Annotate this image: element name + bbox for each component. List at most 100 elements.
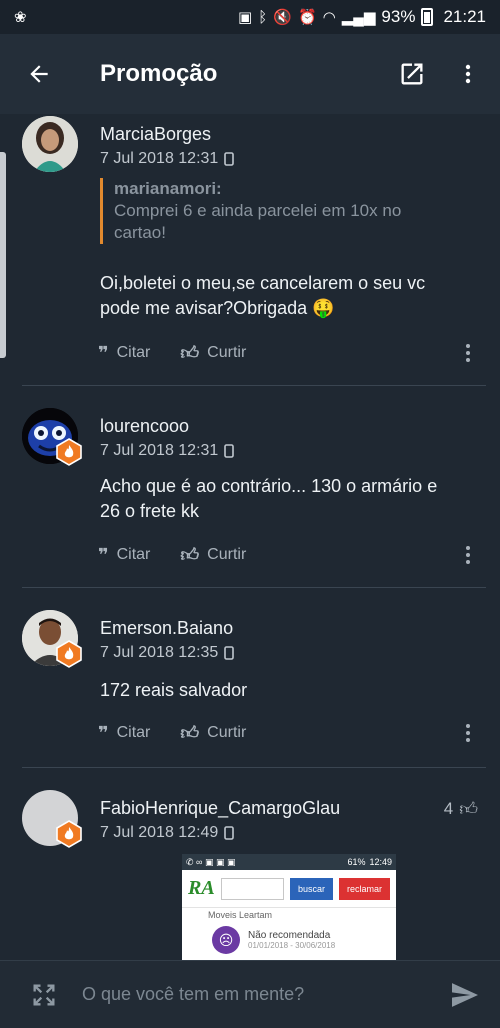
comment-username[interactable]: lourencooo	[100, 416, 189, 437]
bluetooth-icon: ᛒ	[258, 8, 268, 26]
battery-icon	[421, 8, 434, 26]
comment-username[interactable]: Emerson.Baiano	[100, 618, 233, 639]
more-vert-icon	[465, 64, 471, 84]
thumbs-up-icon: 👍︎	[180, 545, 200, 565]
comment-text: Acho que é ao contrário... 130 o armário…	[100, 476, 438, 521]
screenshot-icon: ▣	[238, 9, 253, 26]
user-level-badge	[56, 820, 82, 848]
angry-face-icon: ☹	[212, 926, 240, 954]
more-vert-icon	[466, 546, 470, 564]
comment-username[interactable]: MarciaBorges	[100, 124, 211, 145]
mobile-phone-icon	[224, 444, 235, 458]
alarm-icon: ⏰	[297, 9, 317, 26]
attachment-rating-row: ☹ Não recomendada 01/01/2018 - 30/06/201…	[182, 922, 396, 958]
comment-meta: 7 Jul 2018 12:31	[100, 442, 235, 460]
arrow-left-icon	[30, 65, 48, 83]
expand-composer-button[interactable]	[0, 981, 88, 1009]
attachment-search-input	[220, 877, 284, 900]
attachment-logo: RA	[188, 877, 215, 899]
attachment-battery: 61%	[347, 857, 366, 867]
comment-list[interactable]: MarciaBorges 7 Jul 2018 12:31 marianamor…	[0, 114, 500, 960]
person-avatar-icon	[22, 116, 78, 172]
cite-button[interactable]: ❞ Citar	[98, 545, 150, 566]
battery-percent: 93%	[381, 7, 416, 26]
thumbs-up-icon: 👍︎	[180, 343, 200, 363]
comment-username[interactable]: FabioHenrique_CamargoGlau	[100, 798, 340, 819]
like-count[interactable]: 4 👍︎	[444, 798, 478, 820]
comment-meta: 7 Jul 2018 12:35	[100, 644, 235, 662]
like-count-value: 4	[443, 799, 454, 818]
avatar[interactable]	[22, 116, 78, 172]
thumbs-up-icon: 👍︎	[459, 799, 478, 819]
send-icon	[452, 982, 478, 1007]
attachment-status-icons: ✆ ∞ ▣ ▣ ▣	[186, 856, 236, 867]
comment-timestamp: 7 Jul 2018 12:49	[100, 824, 219, 841]
attachment-search-button: buscar	[289, 877, 333, 900]
attachment-complain-button: reclamar	[338, 877, 390, 900]
attachment-status-bar: ✆ ∞ ▣ ▣ ▣ 61% 12:49	[182, 854, 396, 870]
quoted-text: Comprei 6 e ainda parcelei em 10x no car…	[114, 201, 402, 242]
page-title: Promoção	[100, 60, 218, 87]
cite-button[interactable]: ❞ Citar	[98, 723, 150, 744]
like-label: Curtir	[207, 344, 247, 361]
comment-timestamp: 7 Jul 2018 12:31	[100, 150, 219, 167]
overflow-menu-button[interactable]	[440, 46, 496, 102]
clock: 21:21	[443, 7, 486, 26]
cite-label: Citar	[116, 724, 151, 741]
signal-icon: ▂▄▆	[341, 9, 376, 26]
quote-icon: ❞	[98, 342, 109, 363]
app-bar: Promoção	[0, 34, 500, 114]
quote-icon: ❞	[98, 544, 109, 565]
open-external-icon	[401, 63, 423, 85]
quoted-username: marianamori:	[114, 179, 222, 198]
like-button[interactable]: 👍︎ Curtir	[180, 722, 246, 744]
comment-more-button[interactable]	[456, 545, 480, 565]
comment-meta: 7 Jul 2018 12:31	[100, 150, 235, 168]
like-button[interactable]: 👍︎ Curtir	[180, 544, 246, 566]
notification-icon: ❀	[14, 9, 27, 26]
comment-timestamp: 7 Jul 2018 12:31	[100, 442, 219, 459]
user-level-badge	[56, 438, 82, 466]
cite-label: Citar	[116, 546, 151, 563]
comment-item: lourencooo 7 Jul 2018 12:31 Acho que é a…	[0, 386, 500, 588]
cite-button[interactable]: ❞ Citar	[98, 343, 150, 364]
attachment-header: RA buscar reclamar	[182, 870, 396, 908]
thumbs-up-icon: 👍︎	[180, 723, 200, 743]
quoted-comment[interactable]: marianamori: Comprei 6 e ainda parcelei …	[100, 178, 440, 244]
fire-badge-icon	[56, 820, 82, 848]
image-attachment[interactable]: ✆ ∞ ▣ ▣ ▣ 61% 12:49 RA buscar reclamar M…	[182, 854, 396, 960]
more-vert-icon	[466, 344, 470, 362]
comment-item: FabioHenrique_CamargoGlau 4 👍︎ 7 Jul 201…	[0, 768, 500, 960]
comment-more-button[interactable]	[456, 723, 480, 743]
comment-text: 172 reais salvador	[100, 680, 248, 700]
like-button[interactable]: 👍︎ Curtir	[180, 342, 246, 364]
comment-timestamp: 7 Jul 2018 12:35	[100, 644, 219, 661]
mobile-phone-icon	[224, 152, 235, 166]
attachment-period: 01/01/2018 - 30/06/2018	[248, 941, 336, 950]
comment-meta: 7 Jul 2018 12:49	[100, 824, 235, 842]
comment-text: Oi,boletei o meu,se cancelarem o seu vc …	[100, 273, 426, 318]
open-external-button[interactable]	[384, 46, 440, 102]
status-bar: ❀ ▣ ᛒ 🔇 ⏰ ◠ ▂▄▆ 93% 21:21	[0, 0, 500, 34]
mobile-phone-icon	[224, 826, 235, 840]
send-button[interactable]	[430, 982, 500, 1008]
like-label: Curtir	[207, 546, 247, 563]
mute-icon: 🔇	[273, 9, 292, 26]
comment-item: Emerson.Baiano 7 Jul 2018 12:35 172 reai…	[0, 588, 500, 768]
comment-composer	[0, 960, 500, 1028]
more-vert-icon	[466, 724, 470, 742]
attachment-rating-text: Não recomendada	[248, 930, 331, 941]
user-level-badge	[56, 640, 82, 668]
mobile-phone-icon	[224, 646, 235, 660]
like-label: Curtir	[207, 724, 247, 741]
attachment-rating: Não recomendada 01/01/2018 - 30/06/2018	[248, 930, 335, 950]
comment-more-button[interactable]	[456, 343, 480, 363]
attachment-subtitle: Moveis Leartam	[208, 910, 273, 920]
fire-badge-icon	[56, 640, 82, 668]
wifi-icon: ◠	[322, 9, 336, 26]
cite-label: Citar	[116, 344, 151, 361]
back-button[interactable]	[0, 34, 78, 114]
comment-input[interactable]	[82, 984, 430, 1005]
quote-icon: ❞	[98, 722, 109, 743]
fire-badge-icon	[56, 438, 82, 466]
